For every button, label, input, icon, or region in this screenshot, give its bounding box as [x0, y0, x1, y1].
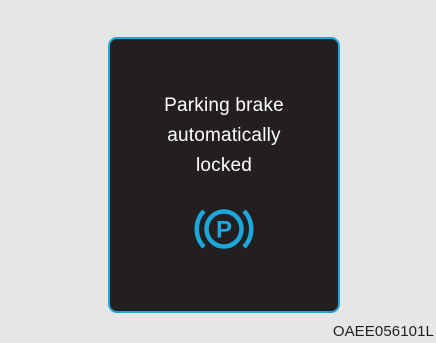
parking-brake-icon: P — [187, 199, 261, 259]
message-line-3: locked — [195, 155, 253, 176]
parking-brake-left-arc — [194, 209, 206, 249]
cluster-message-panel: Parking brake automatically locked P — [108, 37, 340, 313]
warning-message: Parking brake automatically locked — [110, 91, 338, 181]
message-line-1: Parking brake — [164, 95, 284, 116]
message-line-2: automatically — [167, 125, 281, 146]
parking-brake-letter: P — [216, 217, 232, 244]
illustration-frame: Parking brake automatically locked P — [0, 0, 436, 323]
image-code-label: OAEE056101L — [332, 323, 434, 340]
parking-brake-right-arc — [242, 209, 254, 249]
